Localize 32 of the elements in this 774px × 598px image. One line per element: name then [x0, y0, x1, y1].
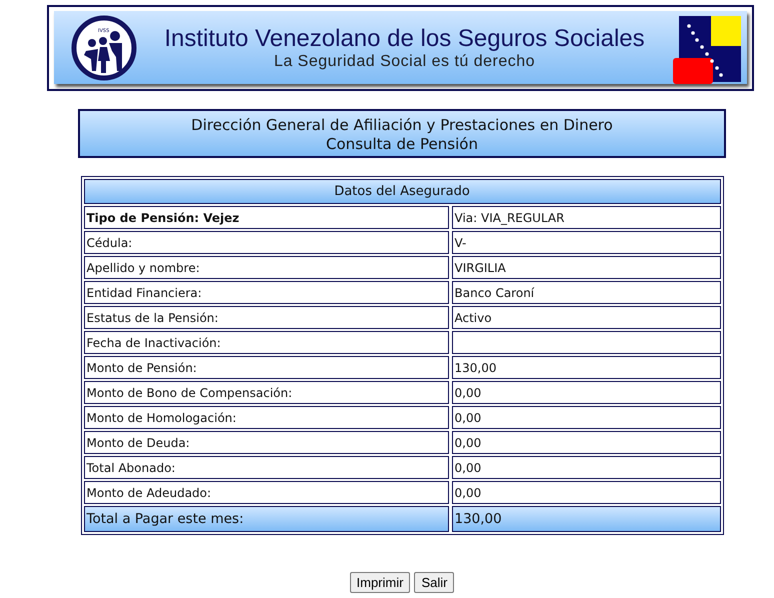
value-cell: VIRGILIA	[452, 256, 720, 279]
label-cell: Monto de Bono de Compensación:	[84, 381, 448, 404]
value-cell: 130,00	[452, 506, 720, 532]
institute-title: Instituto Venezolano de los Seguros Sociales	[164, 24, 645, 52]
label-cell: Estatus de la Pensión:	[84, 306, 448, 329]
value-cell: 130,00	[452, 356, 720, 379]
label-cell: Apellido y nombre:	[84, 256, 448, 279]
value-cell: 0,00	[452, 456, 720, 479]
label-cell: Monto de Pensión:	[84, 356, 448, 379]
value-cell: Via: VIA_REGULAR	[452, 206, 720, 229]
value-cell: Banco Caroní	[452, 281, 720, 304]
label-cell: Total a Pagar este mes:	[84, 506, 448, 532]
value-cell: 0,00	[452, 381, 720, 404]
header-line: Dirección General de Afiliación y Prestaciones en Dinero	[191, 116, 613, 135]
value-cell: Activo	[452, 306, 720, 329]
label-cell: Entidad Financiera:	[84, 281, 448, 304]
table-title: Datos del Asegurado	[84, 179, 720, 204]
label-cell: Monto de Homologación:	[84, 406, 448, 429]
label-cell: Total Abonado:	[84, 456, 448, 479]
action-button[interactable]: Imprimir	[350, 572, 410, 593]
label-cell: Tipo de Pensión: Vejez	[84, 206, 448, 229]
label-cell: Fecha de Inactivación:	[84, 331, 448, 354]
label-cell: Monto de Deuda:	[84, 431, 448, 454]
value-cell: 0,00	[452, 481, 720, 504]
label-cell: Cédula:	[84, 231, 448, 254]
value-cell: 0,00	[452, 431, 720, 454]
institute-slogan: La Seguridad Social es tú derecho	[274, 52, 536, 70]
value-cell: V-	[452, 231, 720, 254]
header-line: Consulta de Pensión	[326, 135, 478, 154]
action-button[interactable]: Salir	[414, 572, 454, 593]
label-cell: Monto de Adeudado:	[84, 481, 448, 504]
value-cell: 0,00	[452, 406, 720, 429]
